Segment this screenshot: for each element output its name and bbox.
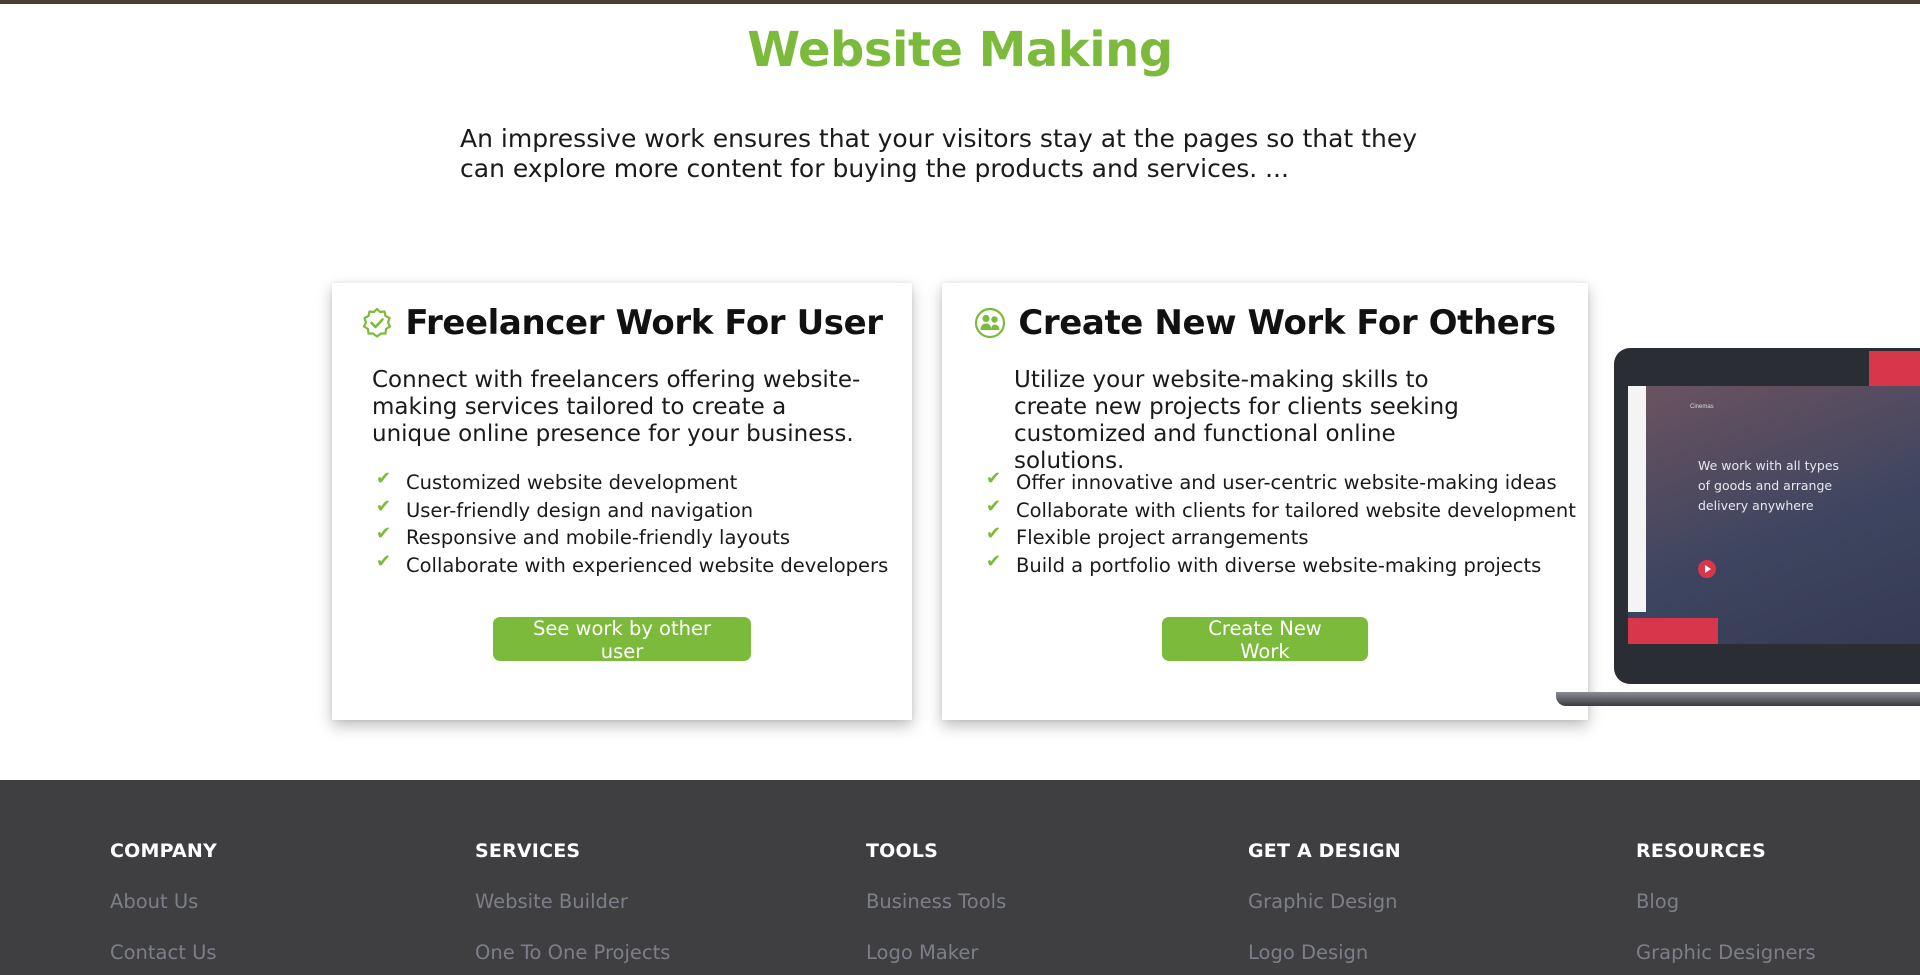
card-description: Connect with freelancers offering websit… [372,367,861,447]
footer-link-logo-maker[interactable]: Logo Maker [866,942,1006,964]
feature-item: ✔ Responsive and mobile-friendly layouts [376,523,791,550]
checkmark-icon: ✔ [376,495,392,517]
card-description: Utilize your website-making skills to cr… [1014,367,1459,474]
checkmark-icon: ✔ [986,495,1002,517]
screen-footer-block [1628,618,1718,644]
footer-column-company: COMPANY About Us Contact Us [110,840,217,964]
footer-link-contact-us[interactable]: Contact Us [110,942,217,964]
footer-link-about-us[interactable]: About Us [110,891,217,913]
feature-item: ✔ Flexible project arrangements [986,523,1309,550]
page-title: Website Making [747,22,1173,78]
feature-item: ✔ Offer innovative and user-centric websi… [986,468,1557,495]
footer-link-graphic-design[interactable]: Graphic Design [1248,891,1401,913]
screen-brand: Cinemas [1690,404,1714,410]
footer-heading: TOOLS [866,840,939,862]
footer-link-graphic-designers[interactable]: Graphic Designers [1636,942,1816,964]
screen-sidebar [1628,386,1646,612]
feature-list: ✔ Offer innovative and user-centric websi… [986,468,1576,579]
card-title: Create New Work For Others [1018,303,1556,343]
footer-column-services: SERVICES Website Builder One To One Proj… [475,840,670,964]
footer-column-get-a-design: GET A DESIGN Graphic Design Logo Design [1248,840,1401,964]
footer-link-website-builder[interactable]: Website Builder [475,891,670,913]
create-new-work-button[interactable]: Create New Work [1162,617,1368,663]
feature-item: ✔ User-friendly design and navigation [376,495,754,522]
laptop-base [1556,692,1920,706]
checkmark-icon: ✔ [376,550,392,572]
footer-heading: COMPANY [110,840,217,862]
checkmark-icon: ✔ [986,550,1002,572]
section-intro: An impressive work ensures that your vis… [460,124,1417,183]
feature-item: ✔ Build a portfolio with diverse website-… [986,550,1542,577]
card-header: Freelancer Work For User [332,303,912,343]
footer-heading: GET A DESIGN [1248,840,1401,862]
card-header: Create New Work For Others [942,303,1588,343]
users-group-icon [974,307,1006,339]
footer-column-resources: RESOURCES Blog Graphic Designers [1636,840,1816,964]
footer-link-logo-design[interactable]: Logo Design [1248,942,1401,964]
checkmark-icon: ✔ [986,468,1002,490]
freelancer-card: Freelancer Work For User Connect with fr… [332,283,912,720]
top-rule [0,0,1920,4]
verified-badge-icon [361,307,393,339]
checkmark-icon: ✔ [986,523,1002,545]
feature-list: ✔ Customized website development ✔ User-fr… [376,468,889,579]
footer-heading: RESOURCES [1636,840,1766,862]
checkmark-icon: ✔ [376,523,392,545]
footer-column-tools: TOOLS Business Tools Logo Maker [866,840,1006,964]
screen-headline: We work with all types of goods and arra… [1698,458,1840,513]
feature-item: ✔ Collaborate with clients for tailored w… [986,495,1576,522]
see-work-button[interactable]: See work by other user [493,617,751,663]
checkmark-icon: ✔ [376,468,392,490]
feature-item: ✔ Customized website development [376,468,738,495]
laptop-illustration: Cinemas We work with all types of goods … [1556,346,1920,706]
footer-link-one-to-one-projects[interactable]: One To One Projects [475,942,670,964]
create-work-card: Create New Work For Others Utilize your … [942,283,1588,720]
feature-item: ✔ Collaborate with experienced website de… [376,550,889,577]
card-title: Freelancer Work For User [405,303,883,343]
site-footer: COMPANY About Us Contact Us SERVICES Web… [0,780,1920,975]
footer-link-business-tools[interactable]: Business Tools [866,891,1006,913]
footer-link-blog[interactable]: Blog [1636,891,1816,913]
screen-accent-block [1869,351,1920,386]
footer-heading: SERVICES [475,840,581,862]
play-icon [1698,560,1716,578]
